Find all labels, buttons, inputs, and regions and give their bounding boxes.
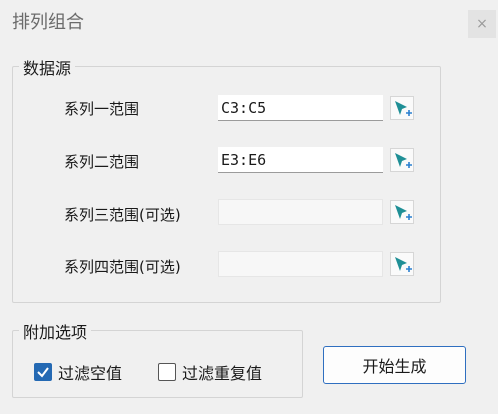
- data-source-label: 数据源: [19, 55, 76, 79]
- filter-duplicates-label: 过滤重复值: [182, 364, 263, 383]
- close-button[interactable]: ×: [468, 10, 496, 38]
- series-1-range-pick-button[interactable]: [390, 96, 414, 120]
- series-1-label: 系列一范围: [64, 100, 140, 118]
- options-label: 附加选项: [19, 319, 92, 343]
- series-3-range-pick-button[interactable]: [390, 200, 414, 224]
- start-generate-button[interactable]: 开始生成: [323, 346, 466, 384]
- series-2-range-pick-button[interactable]: [390, 148, 414, 172]
- series-3-label: 系列三范围(可选): [64, 206, 181, 224]
- series-3-range-input[interactable]: [218, 199, 383, 225]
- close-icon: ×: [476, 16, 488, 32]
- range-select-icon: [395, 101, 412, 116]
- series-1-range-input[interactable]: [218, 95, 383, 121]
- range-select-icon: [395, 205, 412, 220]
- filter-empty-checkbox[interactable]: 过滤空值: [34, 360, 122, 384]
- range-select-icon: [395, 153, 412, 168]
- series-4-range-input[interactable]: [218, 251, 383, 277]
- series-2-range-input[interactable]: [218, 147, 383, 173]
- title-bar: 排列组合 ×: [0, 0, 498, 40]
- series-4-label: 系列四范围(可选): [64, 258, 181, 276]
- series-4-range-pick-button[interactable]: [390, 252, 414, 276]
- filter-empty-label: 过滤空值: [58, 364, 123, 383]
- window-title: 排列组合: [12, 12, 84, 33]
- range-select-icon: [395, 257, 412, 272]
- checkbox-unchecked-icon: [158, 363, 176, 381]
- checkbox-checked-icon: [34, 363, 52, 381]
- series-2-label: 系列二范围: [64, 153, 140, 171]
- filter-duplicates-checkbox[interactable]: 过滤重复值: [158, 360, 262, 384]
